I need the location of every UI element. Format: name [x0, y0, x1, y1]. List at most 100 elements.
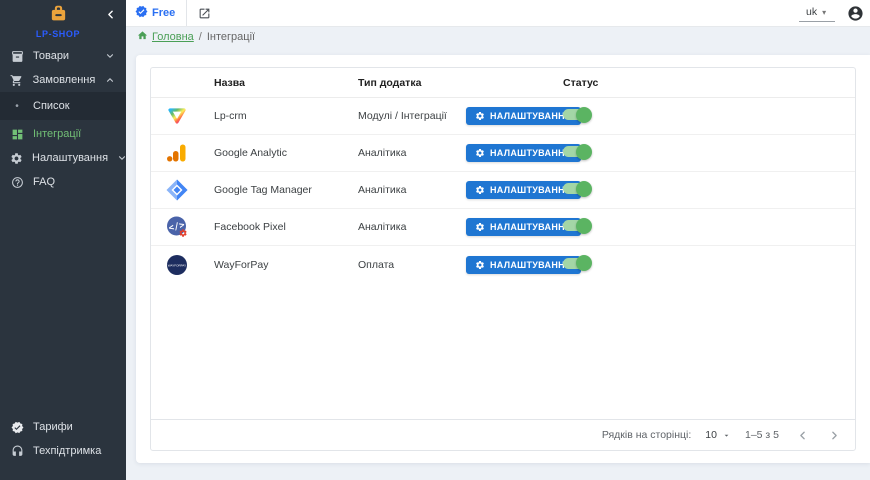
row-name: Facebook Pixel — [214, 221, 358, 233]
row-name: Lp-crm — [214, 110, 358, 122]
column-header-status: Статус — [563, 77, 855, 89]
sidebar-item-label: FAQ — [33, 176, 116, 188]
facebook-pixel-logo-icon: </> — [165, 215, 214, 239]
bullet-icon: • — [10, 101, 24, 112]
plan-badge[interactable]: Free — [135, 5, 186, 21]
sidebar-item-label: Товари — [33, 50, 95, 62]
gear-icon — [10, 152, 23, 165]
topbar-divider — [186, 0, 187, 26]
sidebar-item-support[interactable]: Техпідтримка — [0, 439, 126, 463]
inventory-box-icon — [10, 50, 24, 63]
previous-page-icon[interactable] — [793, 426, 811, 444]
row-name: WayForPay — [214, 259, 358, 271]
sidebar-item-label: Замовлення — [33, 74, 96, 86]
row-name: Google Tag Manager — [214, 184, 358, 196]
table-row: Google Analytic Аналітика НАЛАШТУВАННЯ — [151, 135, 855, 172]
sidebar-item-label: Список — [33, 100, 70, 112]
shop-bag-icon — [49, 4, 68, 28]
row-type: Модулі / Інтеграції — [358, 110, 466, 122]
sidebar-spacer — [0, 194, 126, 415]
settings-button-label: НАЛАШТУВАННЯ — [490, 148, 572, 158]
status-toggle-on[interactable] — [563, 107, 592, 123]
sidebar-item-settings[interactable]: Налаштування — [0, 146, 126, 170]
sidebar-item-products[interactable]: Товари — [0, 44, 126, 68]
cart-icon — [10, 74, 24, 87]
integrations-table: Назва Тип додатка Статус — [150, 67, 856, 451]
verified-check-icon — [135, 5, 148, 21]
topbar-right: uk ▾ — [799, 4, 870, 22]
main-area: Free uk ▾ Головна — [126, 0, 870, 480]
sidebar-nav: Товари Замовлення • Список — [0, 44, 126, 480]
table-row: Google Tag Manager Аналітика НАЛАШТУВАНН… — [151, 172, 855, 209]
breadcrumb-home-label: Головна — [152, 31, 194, 43]
settings-button-label: НАЛАШТУВАННЯ — [490, 260, 572, 270]
headset-icon — [10, 445, 24, 458]
sidebar-item-orders[interactable]: Замовлення — [0, 68, 126, 92]
settings-button-label: НАЛАШТУВАННЯ — [490, 111, 572, 121]
sidebar-bottom: Тарифи Техпідтримка — [0, 415, 126, 480]
google-analytics-logo-icon — [165, 141, 214, 165]
brand-logo[interactable]: LP-SHOP — [12, 4, 104, 39]
status-toggle-on[interactable] — [563, 144, 592, 160]
breadcrumb-home-link[interactable]: Головна — [137, 30, 194, 44]
table-pagination: Рядків на сторінці: 10 1–5 з 5 — [151, 419, 855, 450]
verified-badge-icon — [10, 421, 24, 434]
sidebar-item-label: Налаштування — [32, 152, 108, 164]
status-toggle-on[interactable] — [563, 255, 592, 271]
sidebar-item-faq[interactable]: FAQ — [0, 170, 126, 194]
table-row: </> Facebook Pixel Аналітика НАЛАШТУВАНН… — [151, 209, 855, 246]
help-icon — [10, 176, 24, 189]
sidebar-item-label: Інтеграції — [33, 128, 116, 140]
home-icon — [137, 30, 148, 44]
rows-per-page-select[interactable]: 10 — [705, 429, 731, 441]
row-name: Google Analytic — [214, 147, 358, 159]
lp-crm-logo-icon — [165, 104, 214, 128]
column-header-type: Тип додатка — [358, 77, 466, 89]
caret-down-icon: ▾ — [822, 8, 826, 17]
content-panel: Назва Тип додатка Статус — [136, 55, 870, 463]
app-window: LP-SHOP Товари Замовлення — [0, 0, 870, 480]
language-select[interactable]: uk ▾ — [799, 4, 835, 22]
row-type: Аналітика — [358, 221, 466, 233]
account-icon[interactable] — [847, 5, 864, 22]
column-header-name: Назва — [214, 77, 358, 89]
breadcrumb-separator: / — [199, 31, 202, 43]
topbar: Free uk ▾ — [126, 0, 870, 27]
settings-button-label: НАЛАШТУВАННЯ — [490, 185, 572, 195]
orders-submenu: • Список — [0, 92, 126, 120]
wayforpay-logo-icon: WAYFORPAY — [165, 253, 214, 277]
chevron-down-icon — [104, 51, 116, 61]
svg-text:WAYFORPAY: WAYFORPAY — [168, 263, 186, 267]
breadcrumb: Головна / Інтеграції — [126, 27, 870, 47]
status-toggle-on[interactable] — [563, 181, 592, 197]
sidebar-item-integrations[interactable]: Інтеграції — [0, 122, 126, 146]
table-header-row: Назва Тип додатка Статус — [151, 68, 855, 98]
sidebar-item-orders-list[interactable]: • Список — [0, 93, 126, 119]
rows-per-page-value: 10 — [705, 429, 717, 441]
chevron-up-icon — [104, 75, 116, 85]
status-toggle-on[interactable] — [563, 218, 592, 234]
table-row: Lp-crm Модулі / Інтеграції НАЛАШТУВАННЯ — [151, 98, 855, 135]
rows-per-page-label: Рядків на сторінці: — [602, 429, 691, 441]
table-empty-space — [151, 283, 855, 419]
sidebar-collapse-icon[interactable] — [102, 6, 118, 22]
sidebar-header: LP-SHOP — [0, 0, 126, 44]
google-tag-manager-logo-icon — [165, 178, 214, 202]
sidebar-item-label: Техпідтримка — [33, 445, 116, 457]
breadcrumb-current: Інтеграції — [207, 31, 255, 43]
next-page-icon[interactable] — [825, 426, 843, 444]
sidebar-item-label: Тарифи — [33, 421, 116, 433]
settings-button-label: НАЛАШТУВАННЯ — [490, 222, 572, 232]
caret-down-icon — [722, 431, 731, 440]
row-type: Аналітика — [358, 147, 466, 159]
row-type: Аналітика — [358, 184, 466, 196]
plan-badge-label: Free — [152, 7, 175, 19]
language-value: uk — [806, 6, 817, 18]
sidebar: LP-SHOP Товари Замовлення — [0, 0, 126, 480]
table-row: WAYFORPAY WayForPay Оплата НАЛАШТУВАННЯ — [151, 246, 855, 283]
row-type: Оплата — [358, 259, 466, 271]
dashboard-grid-icon — [10, 128, 24, 141]
sidebar-item-tariffs[interactable]: Тарифи — [0, 415, 126, 439]
pagination-range: 1–5 з 5 — [745, 429, 779, 441]
open-in-new-icon[interactable] — [198, 7, 211, 20]
